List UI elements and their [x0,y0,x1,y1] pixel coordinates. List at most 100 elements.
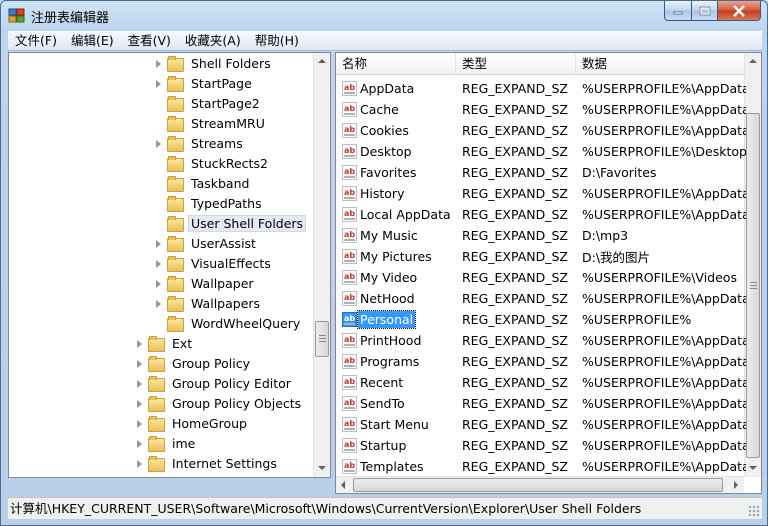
expand-arrow-icon[interactable] [135,399,144,408]
tree-node[interactable]: WordWheelQuery [154,313,303,333]
tree-node[interactable]: StartPage2 [154,93,263,113]
expand-arrow-icon[interactable] [154,259,163,268]
value-row[interactable]: ab History REG_EXPAND_SZ %USERPROFILE%\AppD… [336,183,746,204]
value-data: %USERPROFILE%\AppData\ [582,417,746,432]
scroll-left-icon[interactable] [336,477,353,493]
list-hscroll-thumb[interactable] [353,478,723,492]
tree-vertical-scrollbar[interactable] [313,53,330,477]
value-row[interactable]: ab Personal REG_EXPAND_SZ %USERPROFILE% [336,309,746,330]
tree-node[interactable]: VisualEffects [154,253,274,273]
tree-node[interactable]: StuckRects2 [154,153,271,173]
tree-node[interactable]: Ext [135,333,195,353]
scroll-down-icon[interactable] [314,460,330,477]
tree-node[interactable]: Streams [154,133,246,153]
values-list[interactable]: 名称 类型 数据 ab AppData REG_EXPAND_SZ %USERPROF… [335,52,762,494]
expand-arrow-icon[interactable] [154,79,163,88]
tree-node[interactable]: Group Policy [135,353,253,373]
string-value-icon: ab [342,249,357,264]
value-row[interactable]: ab SendTo REG_EXPAND_SZ %USERPROFILE%\AppDa… [336,393,746,414]
value-row[interactable]: ab Recent REG_EXPAND_SZ %USERPROFILE%\AppDa… [336,372,746,393]
tree-node[interactable]: Group Policy Editor [135,373,294,393]
maximize-button[interactable] [691,1,717,21]
tree-node-label: Group Policy Objects [172,395,302,411]
list-vertical-scrollbar[interactable] [744,53,761,477]
list-horizontal-scrollbar[interactable] [336,476,744,493]
window-title: 注册表编辑器 [31,11,110,26]
folder-icon [167,156,184,172]
tree-node[interactable]: Wallpapers [154,293,263,313]
folder-icon [167,296,184,312]
scroll-up-icon[interactable] [745,53,761,70]
close-button[interactable] [717,1,761,21]
value-row[interactable]: ab Desktop REG_EXPAND_SZ %USERPROFILE%\Desk… [336,141,746,162]
value-type: REG_EXPAND_SZ [462,375,568,390]
expander-placeholder [154,119,163,128]
value-row[interactable]: ab Favorites REG_EXPAND_SZ D:\Favorites [336,162,746,183]
value-type: REG_EXPAND_SZ [462,81,568,96]
tree-node[interactable]: Group Policy Objects [135,393,304,413]
value-name: Cache [360,102,399,117]
value-row[interactable]: ab Templates REG_EXPAND_SZ %USERPROFILE%\Ap… [336,456,746,477]
tree-node[interactable]: HomeGroup [135,413,250,433]
value-row[interactable]: ab Start Menu REG_EXPAND_SZ %USERPROFILE%\A… [336,414,746,435]
expand-arrow-icon[interactable] [135,379,144,388]
tree-node-label: StuckRects2 [191,155,268,171]
tree-scroll-thumb[interactable] [315,321,329,357]
expand-arrow-icon[interactable] [154,139,163,148]
tree-node[interactable]: TypedPaths [154,193,265,213]
value-type: REG_EXPAND_SZ [462,438,568,453]
status-path: 计算机\HKEY_CURRENT_USER\Software\Microsoft… [10,501,642,516]
value-row[interactable]: ab Programs REG_EXPAND_SZ %USERPROFILE%\App… [336,351,746,372]
expand-arrow-icon[interactable] [154,59,163,68]
expand-arrow-icon[interactable] [135,459,144,468]
value-row[interactable]: ab AppData REG_EXPAND_SZ %USERPROFILE%\AppD… [336,78,746,99]
expand-arrow-icon[interactable] [135,339,144,348]
list-scroll-thumb[interactable] [746,113,760,458]
string-value-icon: ab [342,144,357,159]
value-name: My Music [360,228,418,243]
value-row[interactable]: ab Local AppData REG_EXPAND_SZ %USERPROFILE… [336,204,746,225]
scroll-right-icon[interactable] [727,477,744,493]
tree-node[interactable]: StreamMRU [154,113,268,133]
scroll-up-icon[interactable] [314,53,330,70]
scroll-down-icon[interactable] [745,460,761,477]
value-row[interactable]: ab Cache REG_EXPAND_SZ %USERPROFILE%\AppDat… [336,99,746,120]
title-bar[interactable]: 注册表编辑器 [1,1,767,31]
expand-arrow-icon[interactable] [135,359,144,368]
expand-arrow-icon[interactable] [154,279,163,288]
tree-node[interactable]: UserAssist [154,233,259,253]
registry-tree[interactable]: Shell Folders StartPage StartPage2 StreamMR… [8,52,331,478]
expand-arrow-icon[interactable] [135,439,144,448]
value-row[interactable]: ab Startup REG_EXPAND_SZ %USERPROFILE%\AppD… [336,435,746,456]
tree-node[interactable]: Wallpaper [154,273,257,293]
menu-view[interactable]: 查看(V) [121,31,178,51]
value-row[interactable]: ab My Pictures REG_EXPAND_SZ D:\我的图片 [336,246,746,267]
value-row[interactable]: ab My Video REG_EXPAND_SZ %USERPROFILE%\Vid… [336,267,746,288]
expand-arrow-icon[interactable] [154,239,163,248]
tree-node[interactable]: User Shell Folders [154,213,307,233]
tree-node[interactable]: Shell Folders [154,53,274,73]
value-row[interactable]: ab Cookies REG_EXPAND_SZ %USERPROFILE%\AppD… [336,120,746,141]
column-name-header[interactable]: 名称 [336,53,456,75]
expand-arrow-icon[interactable] [135,419,144,428]
menu-edit[interactable]: 编辑(E) [64,31,121,51]
tree-node-label: Ext [172,335,193,351]
value-type: REG_EXPAND_SZ [462,459,568,474]
column-type-header[interactable]: 类型 [456,53,576,75]
tree-node-label: VisualEffects [191,255,271,271]
resize-grip-icon[interactable] [748,505,760,517]
tree-node[interactable]: Taskband [154,173,252,193]
minimize-button[interactable] [664,1,691,21]
string-value-icon: ab [342,354,357,369]
menu-help[interactable]: 帮助(H) [248,31,306,51]
value-row[interactable]: ab NetHood REG_EXPAND_SZ %USERPROFILE%\AppD… [336,288,746,309]
tree-node[interactable]: Internet Settings [135,453,280,473]
expand-arrow-icon[interactable] [154,299,163,308]
column-data-header[interactable]: 数据 [576,53,746,75]
value-row[interactable]: ab My Music REG_EXPAND_SZ D:\mp3 [336,225,746,246]
menu-file[interactable]: 文件(F) [8,31,64,51]
tree-node[interactable]: StartPage [154,73,255,93]
value-row[interactable]: ab PrintHood REG_EXPAND_SZ %USERPROFILE%\Ap… [336,330,746,351]
menu-favorites[interactable]: 收藏夹(A) [178,31,248,51]
tree-node[interactable]: ime [135,433,198,453]
